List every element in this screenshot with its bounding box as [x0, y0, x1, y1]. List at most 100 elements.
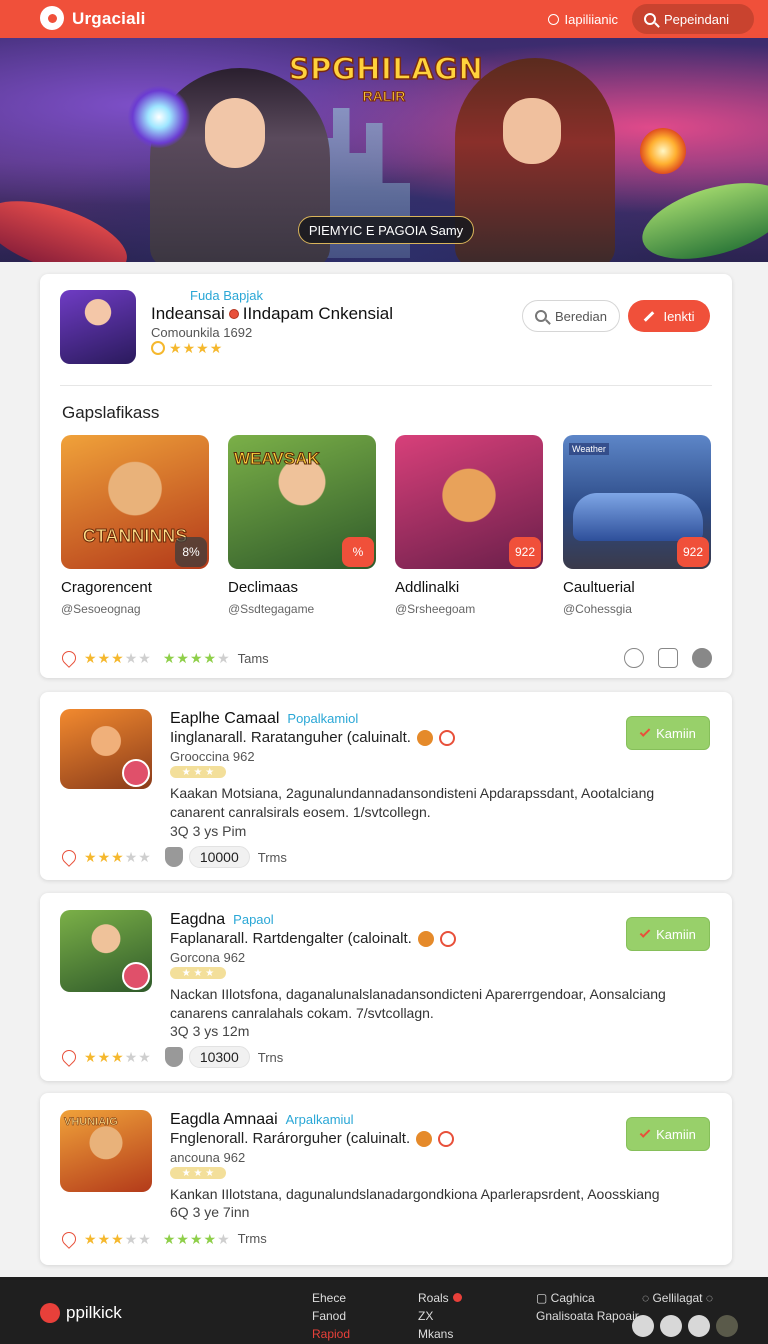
list-item[interactable]: Eagdna Papaol Faplanarall. Rartdengalter… — [40, 893, 732, 1081]
heart-icon[interactable] — [59, 847, 79, 867]
item-category[interactable]: Popalkamiol — [287, 711, 358, 726]
download-icon[interactable] — [692, 648, 712, 668]
search-icon — [534, 310, 547, 322]
hero-banner[interactable]: SPGHILAGN RALIR PIEMYIC E PAGOIA Samy — [0, 38, 768, 262]
heart-icon[interactable] — [59, 1228, 79, 1249]
gear-logo-icon[interactable] — [40, 6, 64, 30]
featured-rating: ★ ★ ★ ★ — [151, 341, 222, 355]
star-rating: ★ ★ ★ ★ — [169, 340, 223, 356]
footer-col-1: Ehece Fanod Rapiod — [312, 1289, 350, 1343]
item-meta: Grooccina 962 — [170, 749, 255, 764]
search-icon — [644, 13, 656, 25]
footer-logo[interactable]: ppilkick — [40, 1303, 122, 1323]
coin-icon — [416, 729, 433, 746]
footer-link[interactable]: Roals — [418, 1289, 462, 1307]
tile-badge: 8% — [175, 537, 207, 567]
game-tile[interactable]: WEAVSAK % Declimaas @Ssdtegagame — [228, 435, 376, 616]
item-subtitle: Faplanarall. Rartdengalter (caloinalt. — [170, 930, 456, 947]
shield-icon — [164, 1047, 183, 1067]
tile-name: Addlinalki — [395, 579, 460, 596]
footer-link[interactable]: ◌ Gellilagat ◌ — [642, 1289, 713, 1307]
brand-name[interactable]: Urgaciali — [72, 9, 146, 29]
game-tile-image: 922 — [395, 435, 543, 569]
item-action-button[interactable]: Kamiin — [626, 1117, 710, 1151]
item-time: 3Q 3 ys 12m — [170, 1023, 250, 1039]
game-tile[interactable]: CTANNINNS 8% Cragorencent @Sesoeognag — [61, 435, 209, 616]
coin-icon — [416, 1130, 433, 1147]
item-footer: ★ ★ ★ ★ ★ ★ ★ ★ ★ ★ Trms — [59, 1228, 267, 1249]
tile-name: Cragorencent — [61, 579, 152, 596]
tile-sub: @Ssdtegagame — [228, 602, 315, 616]
search-input[interactable]: Pepeindani — [632, 4, 754, 34]
item-category[interactable]: Papaol — [233, 912, 273, 927]
download-count: 10300 — [188, 1046, 250, 1068]
tile-name: Caultuerial — [563, 579, 635, 596]
game-tile[interactable]: 922 Addlinalki @Srsheegoam — [395, 435, 543, 616]
social-icon[interactable] — [716, 1315, 738, 1337]
game-tile[interactable]: Weather 922 Caultuerial @Cohessgia — [563, 435, 711, 616]
app-thumbnail[interactable]: VHUNIAIG — [60, 1110, 152, 1192]
circle-icon — [547, 13, 559, 25]
footer-link[interactable]: ▢ Caghica — [536, 1289, 639, 1307]
item-title: Eagdna Papaol — [170, 911, 274, 928]
list-item[interactable]: Eaplhe Camaal Popalkamiol Iinglanarall. … — [40, 692, 732, 880]
footer-link[interactable]: ZX — [418, 1307, 462, 1325]
item-description: Kaakan Motsiana, 2agunalundannadansondis… — [170, 785, 655, 820]
top-bar: Urgaciali Iapiliianic Pepeindani — [0, 0, 768, 38]
featured-category[interactable]: Fuda Bapjak — [190, 288, 263, 303]
green-rating: ★ ★ ★ ★ ★ — [162, 1230, 230, 1247]
game-tile-image: Weather 922 — [563, 435, 711, 569]
bell-icon[interactable] — [624, 648, 644, 668]
footer-link[interactable]: Ehece — [312, 1289, 350, 1307]
flower-badge-icon — [122, 962, 150, 990]
social-icon[interactable] — [660, 1315, 682, 1337]
item-category[interactable]: Arpalkamiul — [286, 1112, 354, 1127]
item-action-button[interactable]: Kamiin — [626, 917, 710, 951]
search-label: Pepeindani — [664, 11, 730, 27]
app-thumbnail[interactable] — [60, 709, 152, 789]
list-item[interactable]: VHUNIAIG Eagdla Amnaai Arpalkamiul Fngle… — [40, 1093, 732, 1265]
top-link-label: Iapiliianic — [564, 11, 618, 27]
footer-link[interactable]: Gnalisoata Rapoair — [536, 1307, 639, 1325]
social-icon[interactable] — [688, 1315, 710, 1337]
badge-icon — [439, 930, 456, 947]
item-title: Eagdla Amnaai Arpalkamiul — [170, 1111, 354, 1128]
footer-label: Trms — [257, 849, 287, 865]
tile-badge: % — [342, 537, 374, 567]
coin-icon — [417, 930, 434, 947]
featured-app-icon[interactable] — [60, 290, 136, 364]
badge-icon — [438, 729, 455, 746]
download-count: 10000 — [188, 846, 250, 868]
share-icon[interactable] — [658, 648, 678, 668]
featured-footer: ★ ★ ★ ★ ★ ★ ★ ★ ★ ★ Tams — [59, 648, 712, 668]
check-icon — [639, 1127, 651, 1138]
hero-subtitle: RALIR — [362, 88, 406, 105]
footer-link[interactable]: Mkans — [418, 1325, 462, 1343]
divider — [60, 385, 712, 386]
game-tile-image: CTANNINNS 8% — [61, 435, 209, 569]
coin-icon — [151, 341, 165, 355]
footer-label: Trms — [237, 1231, 267, 1246]
badge-icon — [228, 309, 239, 319]
badge-icon — [438, 1130, 455, 1147]
footer-link[interactable]: Fanod — [312, 1307, 350, 1325]
game-tile-image: WEAVSAK % — [228, 435, 376, 569]
item-action-button[interactable]: Kamiin — [626, 716, 710, 750]
app-thumbnail[interactable] — [60, 910, 152, 992]
green-rating: ★ ★ ★ ★ ★ — [162, 650, 230, 666]
pencil-icon — [644, 310, 655, 322]
item-meta: Gorcona 962 — [170, 950, 246, 965]
hero-cta-button[interactable]: PIEMYIC E PAGOIA Samy — [298, 216, 474, 244]
heart-icon[interactable] — [59, 1047, 79, 1067]
tile-badge: 922 — [677, 537, 709, 567]
footer-label: Tams — [237, 650, 269, 666]
notification-dot-icon — [452, 1293, 462, 1302]
footer-link[interactable]: Rapiod — [312, 1325, 350, 1343]
red-pod-art — [0, 186, 136, 262]
footer-col-4: ◌ Gellilagat ◌ — [642, 1289, 713, 1307]
primary-button[interactable]: Ienkti — [628, 300, 710, 332]
top-link[interactable]: Iapiliianic — [547, 11, 618, 27]
heart-icon[interactable] — [59, 648, 79, 668]
social-icon[interactable] — [632, 1315, 654, 1337]
secondary-button[interactable]: Beredian — [522, 300, 620, 332]
